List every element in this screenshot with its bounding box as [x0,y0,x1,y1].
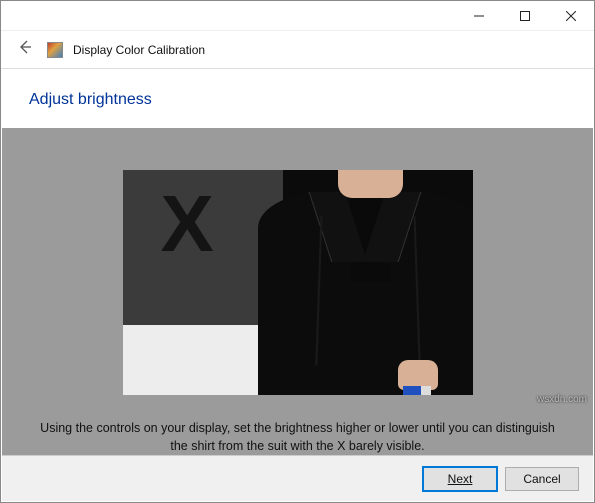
cancel-button[interactable]: Cancel [505,467,579,491]
footer-bar: Next Cancel [2,455,593,501]
minimize-button[interactable] [456,1,502,30]
maximize-button[interactable] [502,1,548,30]
calibration-sample-image: X [123,170,473,395]
background-x-letter: X [161,178,210,270]
page-heading: Adjust brightness [29,91,566,109]
close-button[interactable] [548,1,594,30]
app-icon [47,42,63,58]
window-titlebar [1,1,594,31]
instruction-text: Using the controls on your display, set … [2,419,593,455]
next-button-label: Next [448,472,473,486]
suit-figure [248,170,473,395]
watermark-text: wsxdn.com [537,394,587,405]
next-button[interactable]: Next [423,467,497,491]
window-title: Display Color Calibration [73,43,205,57]
header-bar: Display Color Calibration [1,31,594,69]
cancel-button-label: Cancel [523,472,560,486]
back-arrow-icon[interactable] [13,37,37,62]
calibration-panel: X Using the controls on your display, se… [2,128,593,455]
content-area: Adjust brightness [1,69,594,109]
